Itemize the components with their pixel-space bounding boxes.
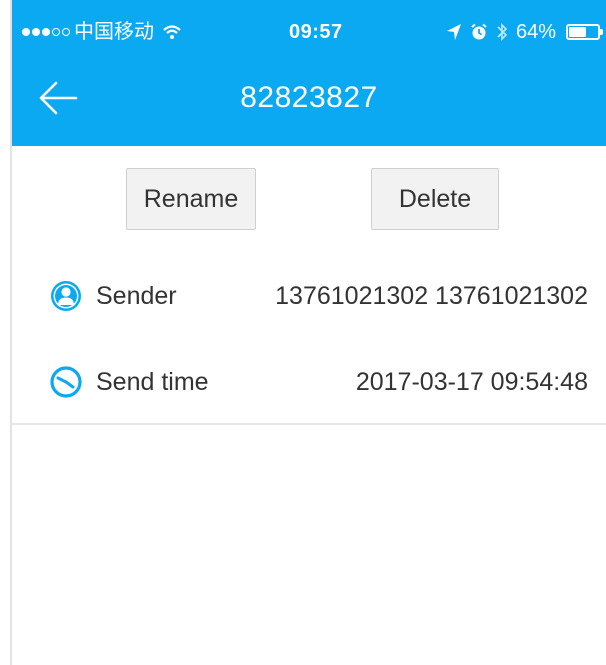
action-bar: Rename Delete — [12, 168, 606, 232]
wifi-icon — [163, 25, 181, 39]
status-right: 64% — [446, 14, 603, 50]
status-left: 中国移动 — [22, 14, 182, 50]
divider — [12, 423, 606, 425]
send-time-row: Send time 2017-03-17 09:54:48 — [12, 352, 606, 412]
status-time: 09:57 — [289, 21, 343, 43]
bluetooth-icon — [497, 23, 508, 41]
location-arrow-icon — [446, 24, 461, 40]
sender-label: Sender — [96, 282, 177, 310]
status-bar: 中国移动 09:57 64% — [12, 14, 606, 50]
header: 中国移动 09:57 64% 82823827 — [12, 0, 606, 146]
user-icon — [51, 281, 81, 311]
sender-row: Sender 13761021302 13761021302 — [12, 266, 606, 326]
page-title: 82823827 — [240, 81, 378, 114]
nav-bar: 82823827 — [12, 60, 606, 136]
sender-value: 13761021302 13761021302 — [275, 282, 588, 310]
delete-button[interactable]: Delete — [371, 168, 499, 230]
signal-strength-icon — [22, 28, 70, 36]
carrier-name: 中国移动 — [74, 21, 154, 43]
send-time-value: 2017-03-17 09:54:48 — [355, 368, 588, 396]
alarm-icon — [471, 23, 487, 40]
send-time-label: Send time — [96, 368, 209, 396]
rename-button[interactable]: Rename — [126, 168, 256, 230]
app-screen: 中国移动 09:57 64% 82823827 Rename Delete Se… — [0, 0, 606, 665]
battery-icon — [566, 24, 603, 40]
battery-fill — [569, 27, 586, 37]
clock-icon — [50, 366, 82, 398]
battery-percentage: 64% — [515, 21, 556, 43]
